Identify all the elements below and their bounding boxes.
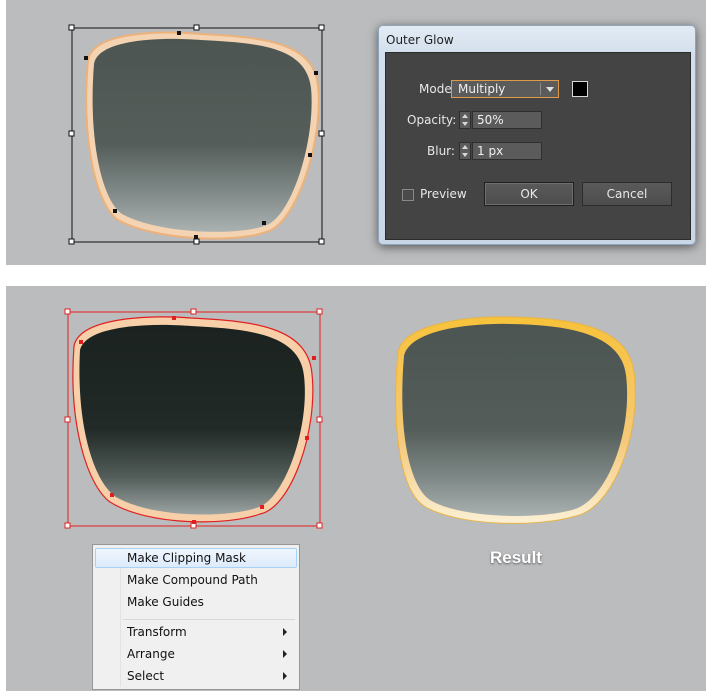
blur-input[interactable]: 1 px — [472, 142, 542, 160]
canvas-bottom: Make Clipping Mask Make Compound Path Ma… — [6, 286, 706, 691]
dialog-body: Mode: Multiply Opacity: 50% Blur: 1 px P… — [385, 52, 691, 240]
chevron-right-icon — [283, 672, 287, 680]
menu-item-label: Make Guides — [127, 595, 204, 609]
result-sunglass-lens — [395, 316, 636, 524]
menu-item-label: Make Compound Path — [127, 573, 258, 587]
cancel-button[interactable]: Cancel — [582, 182, 672, 206]
glow-color-swatch[interactable] — [572, 81, 588, 97]
blur-label: Blur: — [427, 144, 455, 158]
opacity-label: Opacity: — [407, 113, 457, 127]
selected-frame-group[interactable] — [72, 316, 314, 523]
menu-item-transform[interactable]: Transform — [95, 622, 297, 642]
mode-value: Multiply — [458, 82, 506, 96]
stepper-down-icon[interactable] — [462, 153, 468, 157]
menu-item-label: Select — [127, 669, 165, 683]
menu-item-select[interactable]: Select — [95, 666, 297, 686]
stepper-down-icon[interactable] — [462, 122, 468, 126]
stepper-up-icon[interactable] — [462, 145, 468, 149]
stepper-up-icon[interactable] — [462, 114, 468, 118]
menu-item-make-clipping-mask[interactable]: Make Clipping Mask — [95, 548, 297, 568]
opacity-value: 50% — [477, 113, 504, 127]
menu-item-arrange[interactable]: Arrange — [95, 644, 297, 664]
ok-button[interactable]: OK — [484, 182, 574, 206]
chevron-down-icon[interactable] — [546, 87, 554, 92]
menu-item-label: Arrange — [127, 647, 175, 661]
outer-glow-dialog: Outer Glow Mode: Multiply Opacity: 50% B… — [378, 25, 696, 245]
canvas-top: Outer Glow Mode: Multiply Opacity: 50% B… — [6, 0, 706, 265]
menu-item-label: Transform — [127, 625, 187, 639]
mode-select-divider — [540, 83, 541, 95]
menu-item-label: Make Clipping Mask — [127, 551, 246, 565]
preview-checkbox[interactable] — [402, 189, 414, 201]
mode-select[interactable]: Multiply — [451, 80, 559, 98]
chevron-right-icon — [283, 650, 287, 658]
preview-label[interactable]: Preview — [420, 187, 467, 201]
menu-item-make-guides[interactable]: Make Guides — [95, 592, 297, 612]
blur-value: 1 px — [477, 144, 504, 158]
opacity-stepper[interactable] — [459, 111, 471, 129]
menu-item-make-compound-path[interactable]: Make Compound Path — [95, 570, 297, 590]
result-label: Result — [490, 548, 542, 567]
chevron-right-icon — [283, 628, 287, 636]
lens-shape — [92, 38, 312, 232]
menu-separator — [123, 619, 295, 620]
context-menu: Make Clipping Mask Make Compound Path Ma… — [92, 544, 300, 690]
opacity-input[interactable]: 50% — [472, 111, 542, 129]
dialog-title: Outer Glow — [386, 33, 454, 47]
blur-stepper[interactable] — [459, 142, 471, 160]
